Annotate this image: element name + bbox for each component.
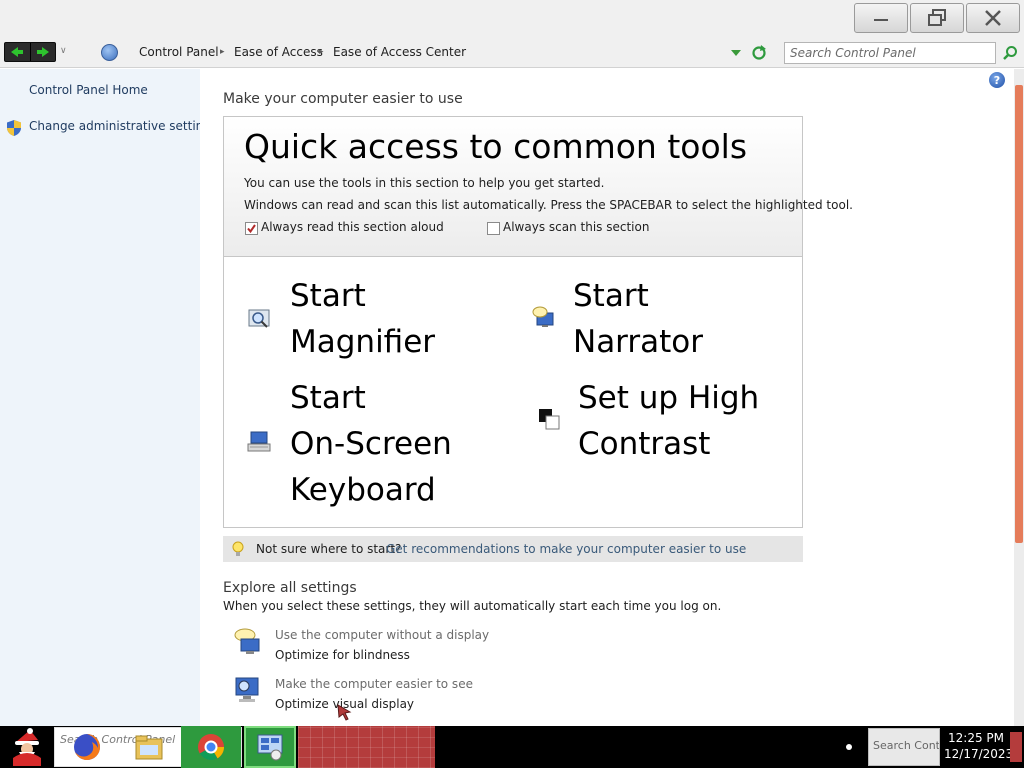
restore-button[interactable] — [910, 3, 964, 33]
forward-arrow-icon — [36, 47, 49, 57]
tray-indicator-icon — [846, 744, 852, 750]
display-speech-icon[interactable] — [233, 626, 263, 656]
quick-access-instructions: Windows can read and scan this list auto… — [244, 198, 853, 212]
monitor-icon[interactable] — [233, 675, 263, 705]
address-dropdown-icon[interactable] — [731, 50, 741, 56]
optimize-for-blindness-link[interactable]: Optimize for blindness — [275, 648, 410, 662]
search-input[interactable]: Search Control Panel — [784, 42, 996, 64]
title-bar — [0, 0, 1024, 38]
nav-buttons — [4, 42, 56, 62]
contrast-icon[interactable] — [537, 407, 561, 431]
quick-access-panel: Quick access to common tools You can use… — [223, 116, 853, 528]
show-desktop-button[interactable] — [1010, 732, 1022, 762]
start-keyboard-line2: On-Screen — [290, 426, 452, 462]
start-on-screen-keyboard-link[interactable]: Start On-Screen Keyboard — [290, 375, 452, 513]
explore-settings-heading: Explore all settings — [223, 580, 357, 596]
scroll-thumb[interactable] — [1015, 85, 1023, 543]
high-contrast-line2: Contrast — [578, 426, 711, 462]
address-bar: ∨ Control Panel ▸ Ease of Access ▸ Ease … — [0, 38, 1024, 68]
breadcrumb-control-panel[interactable]: Control Panel — [139, 45, 219, 59]
breadcrumb-ease-of-access[interactable]: Ease of Access — [234, 45, 323, 59]
sidebar-item-control-panel-home[interactable]: Control Panel Home — [29, 83, 148, 97]
shield-icon — [7, 120, 21, 136]
explore-settings-subtitle: When you select these settings, they wil… — [223, 599, 722, 613]
clock-time: 12:25 PM — [948, 731, 1004, 745]
get-recommendations-link[interactable]: Get recommendations to make your compute… — [386, 542, 746, 556]
back-arrow-icon — [11, 47, 24, 57]
quick-access-intro: You can use the tools in this section to… — [244, 176, 605, 190]
setting-title-no-display: Use the computer without a display — [275, 628, 490, 642]
high-contrast-line1: Set up High — [578, 380, 760, 416]
keyboard-icon[interactable] — [247, 429, 271, 453]
system-clock[interactable]: 12:25 PM 12/17/2023 — [944, 730, 1014, 762]
page-title: Make your computer easier to use — [223, 91, 463, 107]
tray-notification-area[interactable]: Search Contr — [868, 728, 940, 766]
close-icon — [985, 10, 1001, 26]
santa-start-icon — [13, 728, 41, 766]
read-aloud-checkbox[interactable] — [245, 222, 258, 235]
tip-text: Not sure where to start? — [256, 542, 402, 556]
breadcrumb-separator-icon[interactable]: ▸ — [319, 47, 324, 57]
control-panel-icon — [101, 44, 118, 61]
forward-button[interactable] — [31, 43, 56, 61]
taskbar: Search Control Panel Search Contr 12:25 … — [0, 726, 1024, 768]
search-icon[interactable] — [1002, 45, 1018, 61]
control-panel-taskbar-button[interactable] — [244, 726, 296, 768]
minimize-button[interactable] — [854, 3, 908, 33]
checkmark-icon — [247, 224, 256, 234]
quick-access-header: Quick access to common tools You can use… — [224, 117, 853, 257]
magnifier-icon[interactable] — [247, 307, 271, 331]
narrator-icon[interactable] — [531, 305, 555, 329]
start-magnifier-link[interactable]: Start Magnifier — [290, 273, 435, 365]
firefox-icon — [74, 734, 100, 760]
mouse-cursor-icon — [337, 704, 352, 721]
read-aloud-label[interactable]: Always read this section aloud — [261, 220, 444, 234]
start-narrator-line1: Start — [573, 278, 649, 314]
breadcrumb-separator-icon[interactable]: ▸ — [220, 47, 225, 57]
taskbar-window-preview[interactable] — [298, 726, 435, 768]
sidebar: Control Panel Home Change administrative… — [0, 69, 217, 726]
start-narrator-link[interactable]: Start Narrator — [573, 273, 703, 365]
start-magnifier-line1: Start — [290, 278, 366, 314]
recent-pages-chevron-icon[interactable]: ∨ — [60, 46, 67, 56]
firefox-taskbar-button[interactable] — [66, 726, 108, 768]
start-button[interactable] — [0, 726, 54, 768]
chrome-icon — [198, 734, 225, 761]
close-button[interactable] — [966, 3, 1020, 33]
lightbulb-icon — [232, 541, 244, 556]
start-keyboard-line1: Start — [290, 380, 366, 416]
start-magnifier-line2: Magnifier — [290, 324, 436, 360]
set-up-high-contrast-link[interactable]: Set up High Contrast — [578, 375, 759, 467]
breadcrumb-ease-of-access-center[interactable]: Ease of Access Center — [333, 45, 466, 59]
clock-date: 12/17/2023 — [944, 747, 1014, 761]
minimize-icon — [874, 19, 888, 21]
folder-icon — [135, 735, 163, 760]
scan-checkbox[interactable] — [487, 222, 500, 235]
control-panel-taskbar-icon — [257, 734, 283, 761]
setting-title-easier-to-see: Make the computer easier to see — [275, 677, 473, 691]
start-keyboard-line3: Keyboard — [290, 472, 436, 508]
chrome-taskbar-button[interactable] — [181, 726, 241, 768]
start-narrator-line2: Narrator — [573, 324, 703, 360]
scan-label[interactable]: Always scan this section — [503, 220, 649, 234]
help-icon[interactable]: ? — [989, 72, 1005, 88]
file-explorer-taskbar-button[interactable] — [128, 726, 170, 768]
restore-icon — [928, 9, 946, 26]
recommendation-bar: Not sure where to start? Get recommendat… — [223, 536, 803, 562]
quick-access-title: Quick access to common tools — [244, 127, 748, 166]
back-button[interactable] — [5, 43, 31, 61]
refresh-icon[interactable] — [751, 45, 767, 61]
vertical-scrollbar[interactable] — [1014, 69, 1024, 726]
sidebar-item-change-admin-settings[interactable]: Change administrative settings — [29, 119, 217, 133]
